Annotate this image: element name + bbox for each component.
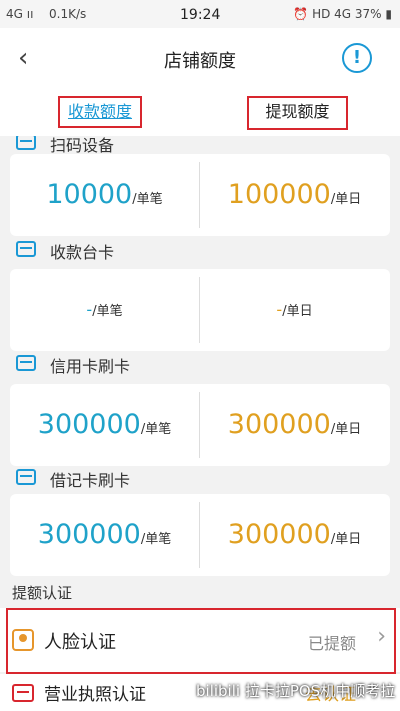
- section-label: 借记卡刷卡: [50, 471, 131, 490]
- face-auth-row[interactable]: 人脸认证 已提额 ›: [0, 608, 400, 674]
- watermark: bilibili 拉卡拉POS机中顺考拉: [196, 682, 396, 700]
- per-day-limit: -/单日: [200, 269, 389, 351]
- signal-indicator: 4G ıı: [6, 7, 34, 21]
- limit-value: 300000: [227, 519, 331, 550]
- section-header-debit: 借记卡刷卡: [0, 458, 400, 498]
- per-transaction-limit: 10000/单笔: [10, 154, 199, 236]
- limit-value: 100000: [227, 179, 331, 210]
- limit-card-scan: 10000/单笔 100000/单日: [10, 154, 390, 236]
- auth-section-title: 提额认证: [12, 584, 73, 602]
- section-label: 扫码设备: [50, 136, 115, 155]
- tab-bar: 收款额度 提现额度: [0, 90, 400, 136]
- limit-card-debit: 300000/单笔 300000/单日: [10, 494, 390, 576]
- page-title: 店铺额度: [164, 51, 236, 72]
- tab-withdraw-limit[interactable]: 提现额度: [247, 96, 348, 130]
- limit-unit: /单笔: [140, 532, 172, 547]
- clock: 19:24: [180, 7, 221, 23]
- per-day-limit: 300000/单日: [200, 494, 389, 576]
- credit-card-icon: [16, 355, 36, 371]
- section-header-counter-card: 收款台卡: [0, 230, 400, 270]
- limit-value: 300000: [37, 409, 141, 440]
- info-icon[interactable]: !: [342, 43, 372, 73]
- face-auth-status: 已提额: [307, 634, 356, 653]
- section-label: 信用卡刷卡: [50, 357, 131, 376]
- network-speed: 0.1K/s: [49, 7, 87, 21]
- limit-unit: /单日: [330, 192, 362, 207]
- limit-value: 10000: [46, 179, 133, 210]
- section-header-credit: 信用卡刷卡: [0, 344, 400, 384]
- limit-card-counter: -/单笔 -/单日: [10, 269, 390, 351]
- limit-unit: /单笔: [92, 304, 123, 319]
- per-transaction-limit: 300000/单笔: [10, 384, 199, 466]
- limit-value: 300000: [37, 519, 141, 550]
- limit-unit: /单日: [330, 532, 362, 547]
- limit-unit: /单笔: [140, 422, 172, 437]
- limit-unit: /单日: [282, 304, 313, 319]
- limit-unit: /单日: [330, 422, 362, 437]
- section-label: 收款台卡: [50, 243, 115, 262]
- scan-device-icon: [16, 136, 36, 150]
- tab-withdraw-label: 提现额度: [265, 102, 330, 121]
- status-icons: ⏰ HD 4G 37% ▮: [293, 7, 392, 21]
- limit-card-credit: 300000/单笔 300000/单日: [10, 384, 390, 466]
- tab-collect-label: 收款额度: [67, 102, 132, 121]
- status-bar: 4G ıı 0.1K/s 19:24 ⏰ HD 4G 37% ▮: [0, 0, 400, 28]
- license-icon: [12, 684, 34, 702]
- per-transaction-limit: -/单笔: [10, 269, 199, 351]
- per-day-limit: 100000/单日: [200, 154, 389, 236]
- license-auth-label: 营业执照认证: [44, 685, 146, 705]
- per-transaction-limit: 300000/单笔: [10, 494, 199, 576]
- tab-collect-limit[interactable]: 收款额度: [58, 96, 142, 128]
- face-icon: [12, 629, 34, 651]
- face-auth-label: 人脸认证: [44, 632, 116, 653]
- chevron-right-icon: ›: [377, 624, 386, 649]
- limit-unit: /单笔: [132, 192, 163, 207]
- per-day-limit: 300000/单日: [200, 384, 389, 466]
- counter-card-icon: [16, 241, 36, 257]
- nav-bar: ‹ 店铺额度 !: [0, 28, 400, 90]
- limits-content[interactable]: 扫码设备 10000/单笔 100000/单日 收款台卡 -/单笔 -/单日 信…: [0, 136, 400, 711]
- limit-value: 300000: [227, 409, 331, 440]
- debit-card-icon: [16, 469, 36, 485]
